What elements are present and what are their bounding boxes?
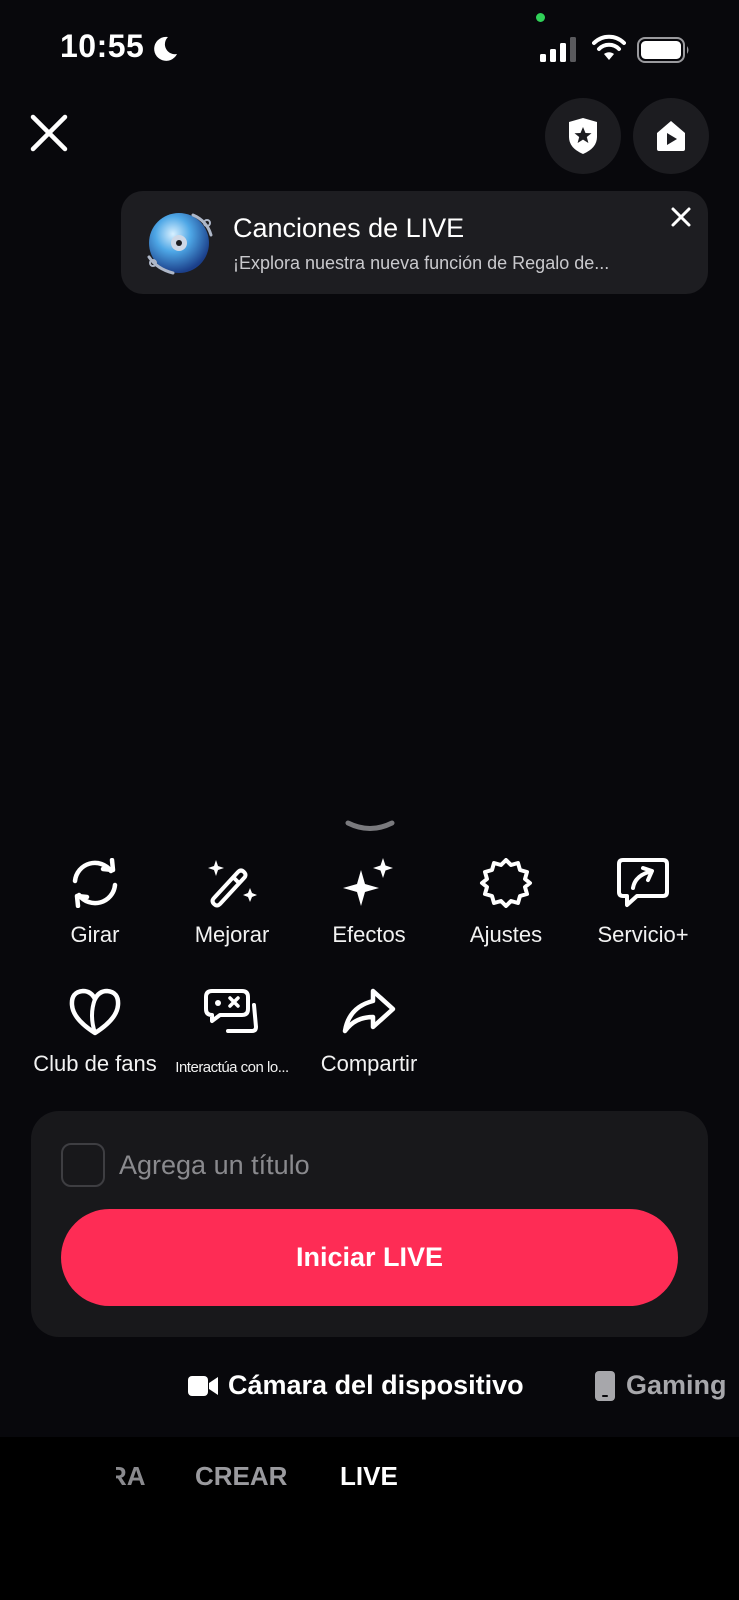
- share-screen-icon: [617, 858, 669, 907]
- tool-label: Ajustes: [469, 922, 543, 947]
- start-live-button[interactable]: Iniciar LIVE: [61, 1209, 678, 1306]
- source-label: Gaming: [626, 1370, 727, 1400]
- tool-fan-club[interactable]: Club de fans: [20, 987, 170, 1077]
- tool-share[interactable]: Compartir: [294, 987, 444, 1077]
- game-controller-icon: [204, 989, 259, 1033]
- tool-enhance[interactable]: Mejorar: [157, 858, 307, 948]
- gear-icon: [480, 858, 532, 908]
- heart-icon: [69, 988, 121, 1036]
- status-time: 10:55: [60, 28, 145, 64]
- moon-icon: [154, 36, 177, 61]
- source-label: Cámara del dispositivo: [228, 1370, 524, 1400]
- close-icon[interactable]: [28, 112, 70, 154]
- home-play-icon: [657, 121, 685, 151]
- tool-label: Efectos: [332, 922, 406, 947]
- tool-label: Mejorar: [194, 922, 270, 947]
- wifi-icon: [592, 34, 626, 60]
- tool-effects[interactable]: Efectos: [294, 858, 444, 948]
- source-device-camera[interactable]: Cámara del dispositivo: [188, 1370, 524, 1401]
- rotate-icon: [72, 858, 118, 908]
- banner-title: Canciones de LIVE: [233, 213, 465, 243]
- cover-checkbox[interactable]: [61, 1143, 105, 1187]
- tool-interact[interactable]: Interactúa con lo...: [157, 987, 307, 1076]
- tool-settings[interactable]: Ajustes: [431, 858, 581, 948]
- title-input[interactable]: [119, 1142, 659, 1188]
- live-center-button[interactable]: [633, 98, 709, 174]
- tool-label: Club de fans: [33, 1051, 157, 1076]
- source-gaming[interactable]: Gaming: [594, 1370, 727, 1401]
- camera-indicator-dot: [536, 13, 545, 22]
- banner-close-icon[interactable]: [669, 205, 693, 229]
- nav-item-create[interactable]: CREAR: [195, 1461, 287, 1492]
- battery-icon: [637, 37, 689, 63]
- shield-star-icon: [569, 118, 597, 154]
- nav-fade-edge: [100, 1447, 116, 1507]
- share-arrow-icon: [342, 988, 396, 1034]
- magic-wand-icon: [208, 860, 257, 908]
- chevron-down-icon[interactable]: [344, 818, 396, 836]
- sparkles-icon: [343, 858, 393, 906]
- phone-icon: [595, 1370, 615, 1401]
- tool-label: Girar: [70, 922, 120, 947]
- live-songs-banner[interactable]: Canciones de LIVE ¡Explora nuestra nueva…: [121, 191, 708, 294]
- tool-label: Compartir: [320, 1051, 418, 1076]
- tool-service[interactable]: Servicio+: [568, 858, 718, 948]
- signal-icon: [540, 37, 576, 62]
- tool-label: Interactúa con lo...: [175, 1059, 289, 1076]
- shield-button[interactable]: [545, 98, 621, 174]
- banner-subtitle: ¡Explora nuestra nueva función de Regalo…: [233, 253, 610, 273]
- tool-rotate[interactable]: Girar: [20, 858, 170, 948]
- tool-label: Servicio+: [597, 922, 689, 947]
- disc-icon: [147, 213, 213, 275]
- video-camera-icon: [188, 1375, 218, 1396]
- nav-item-live[interactable]: LIVE: [340, 1461, 398, 1492]
- go-live-card: Iniciar LIVE: [31, 1111, 708, 1337]
- bottom-mode-nav: RA CREAR LIVE: [0, 1437, 739, 1600]
